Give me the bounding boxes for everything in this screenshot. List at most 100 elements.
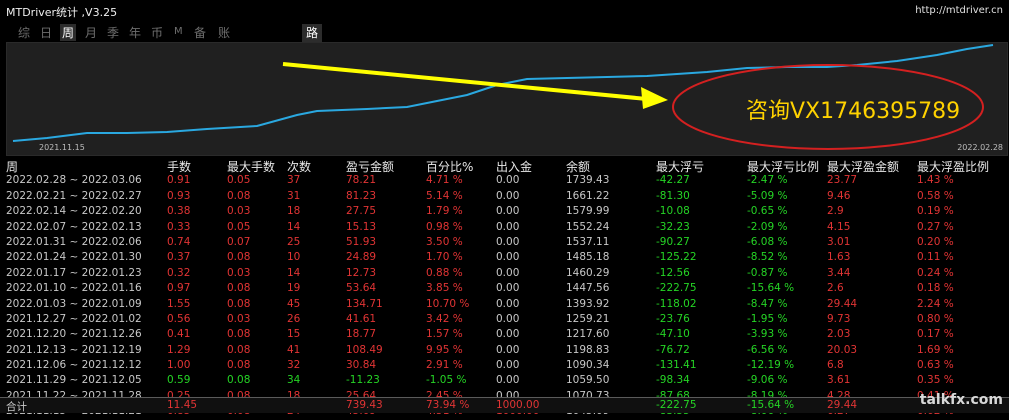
cell-max-fp-pct: 0.58 % — [917, 189, 954, 202]
cell-pct: 4.71 % — [426, 174, 463, 187]
cell-max-dd-pct: -3.93 % — [747, 328, 788, 341]
tab-quarter[interactable]: 季 — [105, 24, 121, 41]
cell-count: 34 — [287, 374, 301, 387]
cell-week: 2021.12.20 ~ 2021.12.26 — [6, 328, 142, 341]
annotation-arrow-line — [282, 62, 648, 101]
cell-flow: 0.00 — [496, 220, 520, 233]
table-row[interactable]: 2022.01.10 ~ 2022.01.16 0.97 0.08 19 53.64 3.… — [0, 281, 1009, 296]
cell-max-lots: 0.08 — [227, 282, 251, 295]
cell-pct: 1.79 % — [426, 205, 463, 218]
cell-max-fp: 1.63 — [827, 251, 851, 264]
cell-max-fp-pct: 0.11 % — [917, 251, 954, 264]
table-row[interactable]: 2021.12.06 ~ 2021.12.12 1.00 0.08 32 30.84 2.… — [0, 358, 1009, 373]
cell-week: 2021.12.06 ~ 2021.12.12 — [6, 359, 142, 372]
table-row[interactable]: 2022.01.24 ~ 2022.01.30 0.37 0.08 10 24.89 1.… — [0, 250, 1009, 265]
cell-max-fp: 9.46 — [827, 189, 851, 202]
cell-balance: 1739.43 — [566, 174, 610, 187]
tab-notes[interactable]: 备 — [192, 24, 208, 41]
cell-week: 2022.01.31 ~ 2022.02.06 — [6, 235, 142, 248]
cell-flow: 0.00 — [496, 312, 520, 325]
cell-pct: 10.70 % — [426, 297, 470, 310]
tab-currency[interactable]: 币 — [149, 24, 165, 41]
cell-count: 10 — [287, 251, 301, 264]
chart-start-date: 2021.11.15 — [39, 143, 85, 152]
cell-lots: 0.33 — [167, 220, 191, 233]
cell-lots: 0.91 — [167, 174, 191, 187]
cell-week: 2022.02.28 ~ 2022.03.06 — [6, 174, 142, 187]
cell-flow: 0.00 — [496, 297, 520, 310]
cell-count: 26 — [287, 312, 301, 325]
cell-max-dd: -98.34 — [656, 374, 690, 387]
cell-max-dd-pct: -2.47 % — [747, 174, 788, 187]
table-body: 2022.02.28 ~ 2022.03.06 0.91 0.05 37 78.21 4.… — [0, 173, 1009, 419]
cell-max-fp-pct: 2.24 % — [917, 297, 954, 310]
total-pct: 73.94 % — [426, 399, 470, 411]
cell-max-dd-pct: -8.47 % — [747, 297, 788, 310]
cell-balance: 1537.11 — [566, 235, 610, 248]
tab-month[interactable]: 月 — [83, 24, 99, 41]
app-title: MTDriver统计 ,V3.25 — [6, 6, 118, 19]
cell-balance: 1460.29 — [566, 266, 610, 279]
site-url-link[interactable]: http://mtdriver.cn — [915, 5, 1003, 16]
cell-count: 14 — [287, 266, 301, 279]
table-row[interactable]: 2021.12.13 ~ 2021.12.19 1.29 0.08 41 108.49 9… — [0, 343, 1009, 358]
tab-m[interactable]: M — [172, 26, 185, 37]
cell-max-dd-pct: -0.87 % — [747, 266, 788, 279]
cell-week: 2022.01.17 ~ 2022.01.23 — [6, 266, 142, 279]
table-row[interactable]: 2022.01.03 ~ 2022.01.09 1.55 0.08 45 134.71 1… — [0, 297, 1009, 312]
cell-pct: -1.05 % — [426, 374, 467, 387]
total-max-fp: 29.44 — [827, 399, 858, 411]
cell-balance: 1485.18 — [566, 251, 610, 264]
cell-max-dd: -81.30 — [656, 189, 690, 202]
cell-max-dd-pct: -5.09 % — [747, 189, 788, 202]
cell-week: 2021.11.29 ~ 2021.12.05 — [6, 374, 142, 387]
cell-pl: 41.61 — [346, 312, 377, 325]
cell-lots: 0.56 — [167, 312, 191, 325]
tab-all[interactable]: 综 — [16, 24, 32, 41]
cell-lots: 1.55 — [167, 297, 191, 310]
cell-max-lots: 0.08 — [227, 189, 251, 202]
cell-max-dd: -12.56 — [656, 266, 690, 279]
cell-max-dd: -32.23 — [656, 220, 690, 233]
cell-max-dd-pct: -1.95 % — [747, 312, 788, 325]
cell-max-fp-pct: 0.19 % — [917, 205, 954, 218]
cell-balance: 1579.99 — [566, 205, 610, 218]
cell-max-fp-pct: 0.80 % — [917, 312, 954, 325]
cell-max-fp-pct: 0.17 % — [917, 328, 954, 341]
table-row[interactable]: 2022.02.21 ~ 2022.02.27 0.93 0.08 31 81.23 5.… — [0, 189, 1009, 204]
cell-count: 18 — [287, 205, 301, 218]
cell-pct: 5.14 % — [426, 189, 463, 202]
cell-lots: 0.41 — [167, 328, 191, 341]
cell-flow: 0.00 — [496, 189, 520, 202]
cell-max-dd-pct: -8.52 % — [747, 251, 788, 264]
cell-pl: 18.77 — [346, 328, 377, 341]
tab-week[interactable]: 周 — [60, 24, 77, 41]
cell-max-fp: 4.15 — [827, 220, 851, 233]
cell-max-dd-pct: -6.08 % — [747, 235, 788, 248]
total-max-dd-pct: -15.64 % — [747, 399, 795, 411]
cell-pct: 0.98 % — [426, 220, 463, 233]
table-row[interactable]: 2022.02.14 ~ 2022.02.20 0.38 0.03 18 27.75 1.… — [0, 204, 1009, 219]
cell-lots: 1.00 — [167, 359, 191, 372]
cell-max-fp: 2.9 — [827, 205, 844, 218]
cell-flow: 0.00 — [496, 374, 520, 387]
title-bar: MTDriver统计 ,V3.25 http://mtdriver.cn — [0, 0, 1009, 20]
cell-max-lots: 0.03 — [227, 205, 251, 218]
table-row[interactable]: 2021.12.20 ~ 2021.12.26 0.41 0.08 15 18.77 1.… — [0, 327, 1009, 342]
cell-max-fp: 23.77 — [827, 174, 858, 187]
table-row[interactable]: 2022.01.17 ~ 2022.01.23 0.32 0.03 14 12.73 0.… — [0, 266, 1009, 281]
tab-day[interactable]: 日 — [38, 24, 54, 41]
cell-max-fp: 6.8 — [827, 359, 844, 372]
table-row[interactable]: 2021.11.29 ~ 2021.12.05 0.59 0.08 34 -11.23 -… — [0, 373, 1009, 388]
cell-week: 2022.01.24 ~ 2022.01.30 — [6, 251, 142, 264]
cell-count: 37 — [287, 174, 301, 187]
table-row[interactable]: 2021.12.27 ~ 2022.01.02 0.56 0.03 26 41.61 3.… — [0, 312, 1009, 327]
cell-max-fp: 3.44 — [827, 266, 851, 279]
table-row[interactable]: 2022.01.31 ~ 2022.02.06 0.74 0.07 25 51.93 3.… — [0, 235, 1009, 250]
cell-lots: 0.97 — [167, 282, 191, 295]
table-row[interactable]: 2022.02.28 ~ 2022.03.06 0.91 0.05 37 78.21 4.… — [0, 173, 1009, 188]
cell-max-fp: 3.01 — [827, 235, 851, 248]
cell-balance: 1090.34 — [566, 359, 610, 372]
tab-year[interactable]: 年 — [127, 24, 143, 41]
table-row[interactable]: 2022.02.07 ~ 2022.02.13 0.33 0.05 14 15.13 0.… — [0, 220, 1009, 235]
